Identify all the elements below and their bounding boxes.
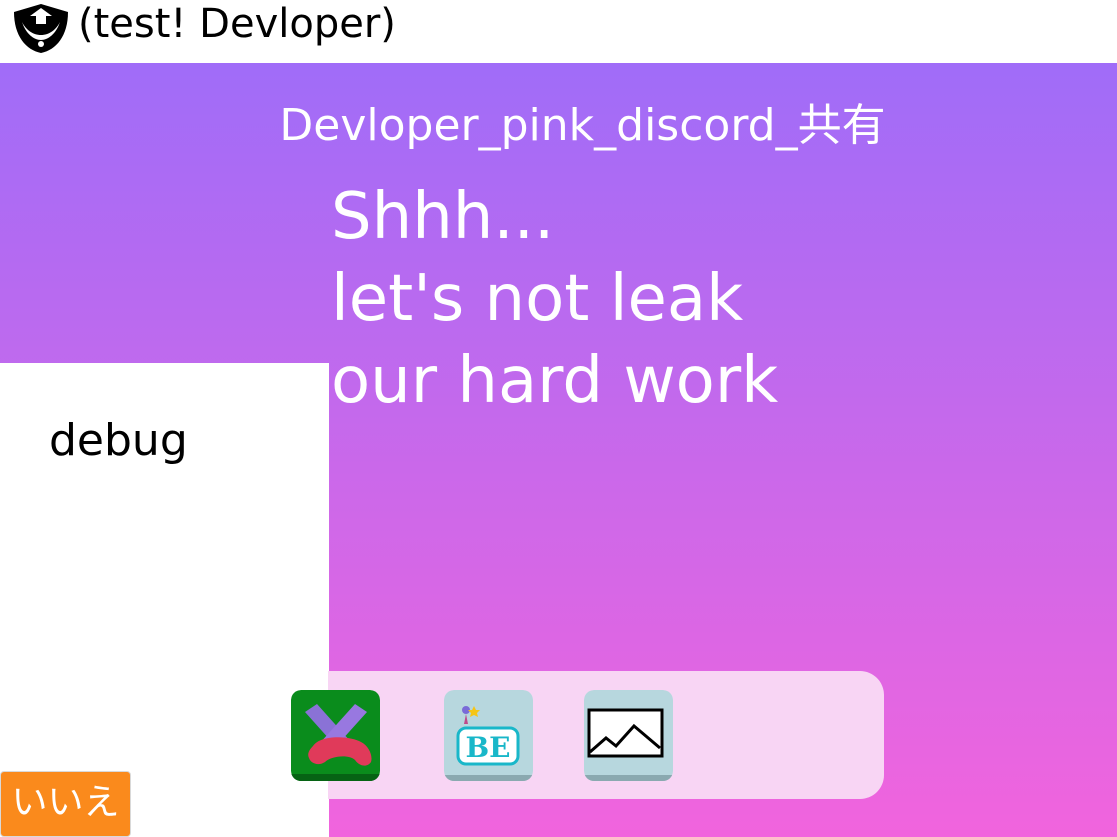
x-game-app-button[interactable]	[291, 690, 380, 781]
be-app-icon: BE	[444, 690, 533, 781]
app-logo-icon	[14, 4, 68, 53]
title-bar: (test! Devloper)	[0, 0, 1117, 63]
message-line: Shhh...	[331, 180, 555, 254]
no-button[interactable]: いいえ	[0, 771, 131, 837]
message-line: our hard work	[331, 344, 779, 418]
message-text: Shhh... let's not leak our hard work	[331, 176, 778, 422]
image-viewer-icon	[584, 690, 673, 781]
stage-heading: Devloper_pink_discord_共有	[279, 100, 886, 151]
image-viewer-app-button[interactable]	[584, 690, 673, 781]
message-line: let's not leak	[331, 262, 744, 336]
window-title: (test! Devloper)	[78, 1, 396, 47]
svg-text:BE: BE	[465, 731, 510, 764]
x-game-controller-icon	[291, 690, 380, 781]
be-app-button[interactable]: BE	[444, 690, 533, 781]
debug-label: debug	[49, 415, 188, 466]
